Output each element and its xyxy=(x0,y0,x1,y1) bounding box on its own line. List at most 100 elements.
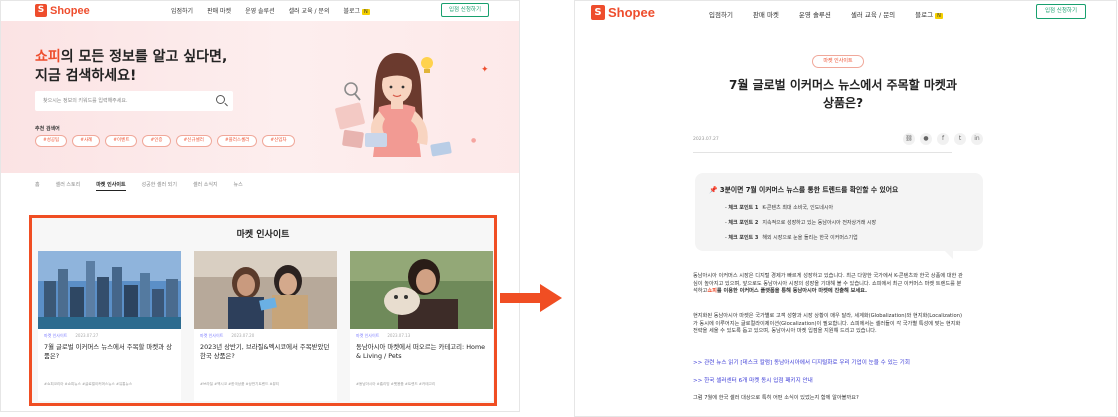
card-tags: #쇼피코리아 #쇼피뉴스 #글로벌이커머스뉴스 #유통뉴스 xyxy=(44,382,133,386)
signup-button[interactable]: 입점 신청하기 xyxy=(441,3,489,17)
market-insight-panel-highlight: 마켓 인사이트 마켓 인사이트 2023.07.27 7월 글로벌 이커머스 뉴… xyxy=(29,215,497,406)
nav-item-join[interactable]: 입점하기 xyxy=(171,6,193,15)
search-icon[interactable] xyxy=(216,95,225,104)
paragraph-text: 현지화된 동남아시아 마켓은 국가별로 고객 성향과 시장 상황이 매우 달라,… xyxy=(693,313,963,335)
card-category: 마켓 인사이트 xyxy=(200,333,224,338)
paragraph-text: 그럼 7월에 한국 셀러 대상으로 특히 어떤 소식이 있었는지 함께 알아볼까… xyxy=(693,395,859,401)
recommended-tags-label: 추천 검색어 xyxy=(35,126,60,132)
card-date: 2023.07.20 xyxy=(231,333,255,338)
nav-item-blog[interactable]: 블로그 N xyxy=(343,6,370,15)
nav-item-blog-label: 블로그 xyxy=(915,11,934,19)
tag-chip[interactable]: #이벤트 xyxy=(105,135,138,147)
category-pill[interactable]: 마켓 인사이트 xyxy=(812,55,864,68)
sparkle-icon: ✦ xyxy=(481,65,489,75)
article-paragraph: 현지화된 동남아시아 마켓은 국가별로 고객 성향과 시장 상황이 매우 달라,… xyxy=(693,313,966,336)
tag-chip[interactable]: #사례 xyxy=(72,135,101,147)
check-point-label: 체크 포인트 3 xyxy=(728,235,759,241)
tag-chip[interactable]: #성공팁 xyxy=(35,135,68,147)
nav-item-join[interactable]: 입점하기 xyxy=(709,9,733,19)
pin-icon: 📌 xyxy=(709,186,720,194)
nav-item-solution[interactable]: 운영 솔루션 xyxy=(799,9,831,19)
twitter-icon[interactable]: t xyxy=(954,133,966,145)
nav-item-solution[interactable]: 운영 솔루션 xyxy=(245,6,275,15)
article-card[interactable]: 마켓 인사이트 2023.07.27 7월 글로벌 이커머스 뉴스에서 주목할 마… xyxy=(38,251,181,401)
check-point-label: 체크 포인트 1 xyxy=(728,205,759,211)
divider xyxy=(693,152,952,153)
woman-with-dog-photo xyxy=(350,251,493,329)
article-title: 7월 글로벌 이커머스 뉴스에서 주목할 마켓과 상품은? xyxy=(695,76,991,112)
card-title[interactable]: 동남아시아 마켓에서 떠오르는 카테고리: Home & Living / Pe… xyxy=(356,343,487,361)
shopee-logo[interactable]: S Shopee xyxy=(591,5,655,20)
nav-item-education[interactable]: 셀러 교육 / 문의 xyxy=(851,9,895,19)
article-paragraph: 그럼 7월에 한국 셀러 대상으로 특히 어떤 소식이 있었는지 함께 알아볼까… xyxy=(693,395,966,403)
card-meta: 마켓 인사이트 2023.07.27 xyxy=(44,333,98,339)
hero-title-highlight: 쇼피 xyxy=(35,49,61,65)
card-category: 마켓 인사이트 xyxy=(356,333,380,338)
summary-heading-text: 3분이면 7월 이커머스 뉴스를 통한 트렌드를 확인할 수 있어요 xyxy=(719,186,899,194)
package-info-link[interactable]: >> 한국 셀러센터 6개 마켓 동시 입점 패키지 안내 xyxy=(693,376,813,384)
chat-icon[interactable]: ● xyxy=(920,133,932,145)
people-shopping-photo xyxy=(194,251,337,329)
related-news-link[interactable]: >> 관련 뉴스 읽기 [데스크 칼럼] 동남아시아에서 디지털화로 우리 기업… xyxy=(693,358,910,366)
tab-market-insight[interactable]: 마켓 인사이트 xyxy=(96,181,126,191)
tag-chip[interactable]: #신규셀러 xyxy=(175,135,212,147)
tag-chip[interactable]: #플러스셀러 xyxy=(216,135,258,147)
top-header: S Shopee 입점하기 판매 마켓 운영 솔루션 셀러 교육 / 문의 블로… xyxy=(1,1,519,21)
main-nav: 입점하기 판매 마켓 운영 솔루션 셀러 교육 / 문의 블로그 N xyxy=(709,9,943,19)
blog-list-screenshot: S Shopee 입점하기 판매 마켓 운영 솔루션 셀러 교육 / 문의 블로… xyxy=(0,0,520,412)
comparison-stage: S Shopee 입점하기 판매 마켓 운영 솔루션 셀러 교육 / 문의 블로… xyxy=(0,0,1118,417)
shopee-logo[interactable]: S Shopee xyxy=(35,4,90,17)
link-icon[interactable]: ⛓ xyxy=(903,133,915,145)
summary-heading: 📌 3분이면 7월 이커머스 뉴스를 통한 트렌드를 확인할 수 있어요 xyxy=(709,184,898,194)
card-tags: #동남아시아 #홈리빙 #펫용품 #트렌드 #카테고리 xyxy=(356,382,436,386)
check-point-label: 체크 포인트 2 xyxy=(728,220,759,226)
card-title[interactable]: 7월 글로벌 이커머스 뉴스에서 주목할 마켓과 상품은? xyxy=(44,343,175,361)
card-title[interactable]: 2023년 상반기, 브라질&멕시코에서 주목받았던 한국 상품은? xyxy=(200,343,331,361)
recommended-tags: #성공팁 #사례 #이벤트 #인증 #신규셀러 #플러스셀러 #신입차 xyxy=(35,135,295,147)
nav-item-market[interactable]: 판매 마켓 xyxy=(753,9,779,19)
shopping-bag-icon: S xyxy=(591,5,605,20)
nav-item-blog-label: 블로그 xyxy=(343,8,361,15)
panel-title: 마켓 인사이트 xyxy=(236,230,290,240)
check-point-text: 해외 시장으로 눈을 돌리는 한국 이커머스기업 xyxy=(762,235,858,241)
highlight-text: 쇼피 xyxy=(707,288,717,295)
card-meta: 마켓 인사이트 2023.07.20 xyxy=(200,333,254,339)
tab-news[interactable]: 뉴스 xyxy=(234,181,243,191)
sparkle-icon: ● xyxy=(471,137,477,144)
facebook-icon[interactable]: f xyxy=(937,133,949,145)
linkedin-icon[interactable]: in xyxy=(971,133,983,145)
article-date: 2023.07.27 xyxy=(693,137,719,142)
article-paragraph: 동남아시아 이커머스 시장은 디지털 경제가 빠르게 성장하고 있습니다. 최근… xyxy=(693,273,966,296)
tab-success[interactable]: 성공한 셀러 되기 xyxy=(142,181,177,191)
hero-title-line1: 의 모든 정보를 알고 싶다면, xyxy=(60,49,228,65)
article-card[interactable]: 마켓 인사이트 2023.07.20 2023년 상반기, 브라질&멕시코에서 주… xyxy=(194,251,337,401)
article-card[interactable]: 마켓 인사이트 2023.07.13 동남아시아 마켓에서 떠오르는 카테고리: … xyxy=(350,251,493,401)
logo-text: Shopee xyxy=(50,4,90,17)
card-meta: 마켓 인사이트 2023.07.13 xyxy=(356,333,410,339)
search-input[interactable]: 찾으시는 정보의 키워드를 입력해주세요. xyxy=(35,91,233,111)
hero-illustration-woman xyxy=(335,53,452,157)
tag-chip[interactable]: #신입차 xyxy=(262,135,295,147)
tab-newsletter[interactable]: 셀러 소식지 xyxy=(193,181,218,191)
tab-seller-story[interactable]: 셀러 스토리 xyxy=(56,181,81,191)
share-buttons: ⛓ ● f t in xyxy=(903,133,983,145)
tag-chip[interactable]: #인증 xyxy=(142,135,171,147)
article-detail-screenshot: S Shopee 입점하기 판매 마켓 운영 솔루션 셀러 교육 / 문의 블로… xyxy=(574,0,1117,417)
hero-title: 쇼피의 모든 정보를 알고 싶다면, 지금 검색하세요! xyxy=(35,48,227,86)
nav-item-market[interactable]: 판매 마켓 xyxy=(207,6,231,15)
hero-banner: 쇼피의 모든 정보를 알고 싶다면, 지금 검색하세요! 찾으시는 정보의 키워… xyxy=(1,21,519,173)
article-title-line2: 상품은? xyxy=(822,96,864,110)
card-category: 마켓 인사이트 xyxy=(44,333,68,338)
check-point-text: 지속적으로 성장하고 있는 동남아시아 전자상거래 시장 xyxy=(762,220,877,226)
new-badge: N xyxy=(935,13,943,19)
tab-home[interactable]: 홈 xyxy=(35,181,40,191)
nav-item-education[interactable]: 셀러 교육 / 문의 xyxy=(289,6,330,15)
hero-title-line2: 지금 검색하세요! xyxy=(35,68,137,84)
check-point: - 체크 포인트 3 해외 시장으로 눈을 돌리는 한국 이커머스기업 xyxy=(725,235,858,241)
nav-item-blog[interactable]: 블로그 N xyxy=(915,9,943,19)
check-point-text: K-콘텐츠 최대 소비국, 인도네시아 xyxy=(762,205,834,211)
signup-button[interactable]: 입점 신청하기 xyxy=(1036,4,1086,19)
check-point: - 체크 포인트 2 지속적으로 성장하고 있는 동남아시아 전자상거래 시장 xyxy=(725,220,877,226)
search-placeholder: 찾으시는 정보의 키워드를 입력해주세요. xyxy=(43,98,128,104)
new-badge: N xyxy=(362,9,370,15)
